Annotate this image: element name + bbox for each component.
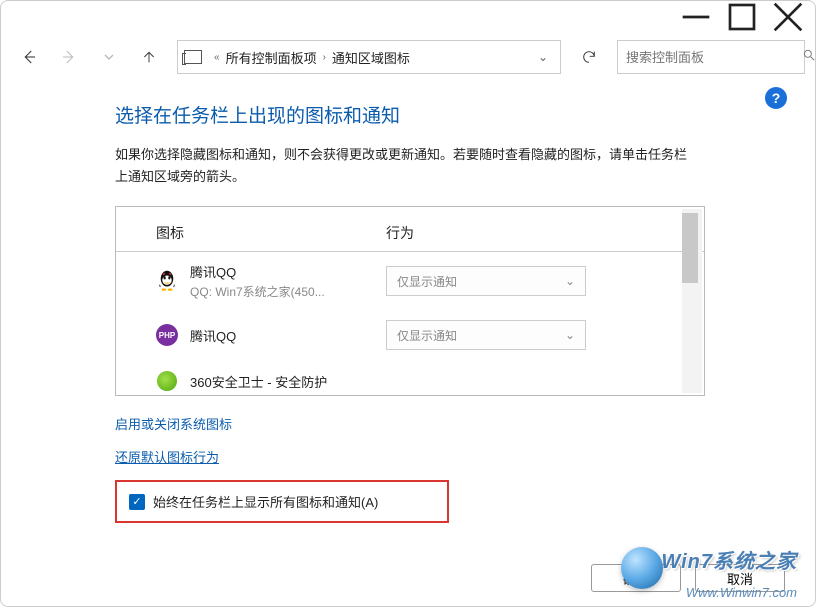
back-button[interactable] (11, 39, 47, 75)
page-description: 如果你选择隐藏图标和通知，则不会获得更改或更新通知。若要随时查看隐藏的图标，请单… (115, 144, 695, 188)
app-name: 腾讯QQ (190, 262, 386, 281)
behavior-value: 仅显示通知 (397, 327, 457, 344)
breadcrumb-parent[interactable]: 所有控制面板项 (226, 48, 317, 67)
360-safe-icon (156, 370, 178, 392)
breadcrumb-current[interactable]: 通知区域图标 (332, 48, 410, 67)
column-behavior: 行为 (386, 223, 664, 243)
up-button[interactable] (131, 39, 167, 75)
app-name: 腾讯QQ (190, 326, 386, 345)
close-button[interactable] (765, 1, 811, 33)
behavior-value: 仅显示通知 (397, 273, 457, 290)
list-item: 360安全卫士 - 安全防护 (116, 360, 704, 392)
page-title: 选择在任务栏上出现的图标和通知 (115, 101, 779, 128)
titlebar (1, 1, 815, 33)
notification-icons-list: 图标 行为 腾讯QQ QQ: Win7系统之家(450... 仅显示通知 ⌄ (115, 206, 705, 396)
column-icon: 图标 (156, 223, 386, 243)
breadcrumb-chevron-icon: › (323, 52, 326, 63)
history-dropdown-button[interactable] (91, 39, 127, 75)
always-show-checkbox[interactable]: ✓ (129, 494, 145, 510)
maximize-button[interactable] (719, 1, 765, 33)
list-header: 图标 行为 (116, 207, 704, 252)
control-panel-window: « 所有控制面板项 › 通知区域图标 ⌄ ? 选择在任务栏上出现的图标和通知 如… (0, 0, 816, 607)
refresh-button[interactable] (571, 40, 607, 74)
php-icon: PHP (156, 324, 178, 346)
address-bar[interactable]: « 所有控制面板项 › 通知区域图标 ⌄ (177, 40, 561, 74)
content-area: ? 选择在任务栏上出现的图标和通知 如果你选择隐藏图标和通知，则不会获得更改或更… (1, 81, 815, 606)
always-show-highlight: ✓ 始终在任务栏上显示所有图标和通知(A) (115, 480, 449, 523)
toolbar: « 所有控制面板项 › 通知区域图标 ⌄ (1, 33, 815, 81)
scrollbar-thumb[interactable] (682, 213, 698, 283)
app-subtitle: QQ: Win7系统之家(450... (190, 283, 386, 300)
qq-icon (156, 270, 178, 292)
chevron-down-icon: ⌄ (565, 328, 575, 342)
list-item: PHP 腾讯QQ 仅显示通知 ⌄ (116, 310, 704, 360)
cancel-button[interactable]: 取消 (695, 564, 785, 592)
forward-button[interactable] (51, 39, 87, 75)
ok-button[interactable]: 确定 (591, 564, 681, 592)
always-show-label: 始终在任务栏上显示所有图标和通知(A) (153, 492, 378, 511)
dialog-footer: 确定 取消 (591, 564, 785, 592)
list-item: 腾讯QQ QQ: Win7系统之家(450... 仅显示通知 ⌄ (116, 252, 704, 310)
chevron-down-icon: ⌄ (565, 274, 575, 288)
search-icon[interactable] (802, 48, 816, 67)
search-box[interactable] (617, 40, 805, 74)
minimize-button[interactable] (673, 1, 719, 33)
behavior-select[interactable]: 仅显示通知 ⌄ (386, 320, 586, 350)
app-name: 360安全卫士 - 安全防护 (190, 372, 386, 391)
help-icon[interactable]: ? (765, 87, 787, 109)
behavior-select[interactable]: 仅显示通知 ⌄ (386, 266, 586, 296)
toggle-system-icons-link[interactable]: 启用或关闭系统图标 (115, 414, 779, 433)
breadcrumb-chevron-icon: « (214, 52, 220, 63)
restore-default-link[interactable]: 还原默认图标行为 (115, 447, 779, 466)
search-input[interactable] (626, 50, 802, 65)
scrollbar-track[interactable] (682, 209, 702, 393)
control-panel-icon (184, 50, 202, 64)
address-dropdown-icon[interactable]: ⌄ (532, 50, 554, 64)
